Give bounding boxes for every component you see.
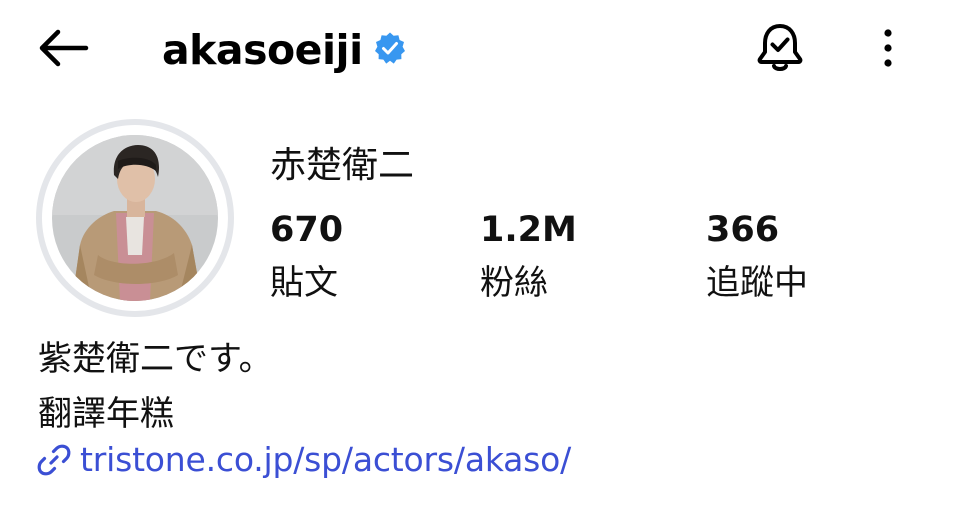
stat-posts-count: 670 [270,210,344,250]
stat-followers-label: 粉絲 [480,263,548,303]
back-button[interactable] [30,22,94,78]
arrow-left-icon [34,28,90,72]
link-icon [36,442,72,478]
more-options-button[interactable] [866,20,910,80]
bell-check-icon [755,22,805,78]
stat-posts-label: 貼文 [270,263,338,303]
profile-display-name: 赤楚衛二 [270,145,415,186]
next-row-partial [36,508,296,516]
stat-following[interactable]: 366 追蹤中 [706,208,808,308]
profile-avatar[interactable] [36,119,234,317]
stat-followers-count: 1.2M [480,210,577,250]
more-vertical-icon [882,28,894,72]
bio-link-text: tristone.co.jp/sp/actors/akaso/ [80,440,572,479]
bio-line: 紫楚衛二です。 [38,339,273,379]
bio-link[interactable]: tristone.co.jp/sp/actors/akaso/ [36,440,571,479]
stat-following-count: 366 [706,210,780,250]
avatar-border [42,125,228,311]
top-bar: akasoeiji [0,0,960,100]
profile-username: akasoeiji [162,26,363,74]
stat-followers[interactable]: 1.2M 粉絲 [480,208,577,308]
avatar-photo [52,135,218,301]
stat-posts[interactable]: 670 貼文 [270,208,343,308]
notifications-button[interactable] [748,20,812,80]
stat-following-label: 追蹤中 [706,263,808,303]
bio-line: 翻譯年糕 [38,394,174,434]
verified-badge-icon [373,31,407,65]
